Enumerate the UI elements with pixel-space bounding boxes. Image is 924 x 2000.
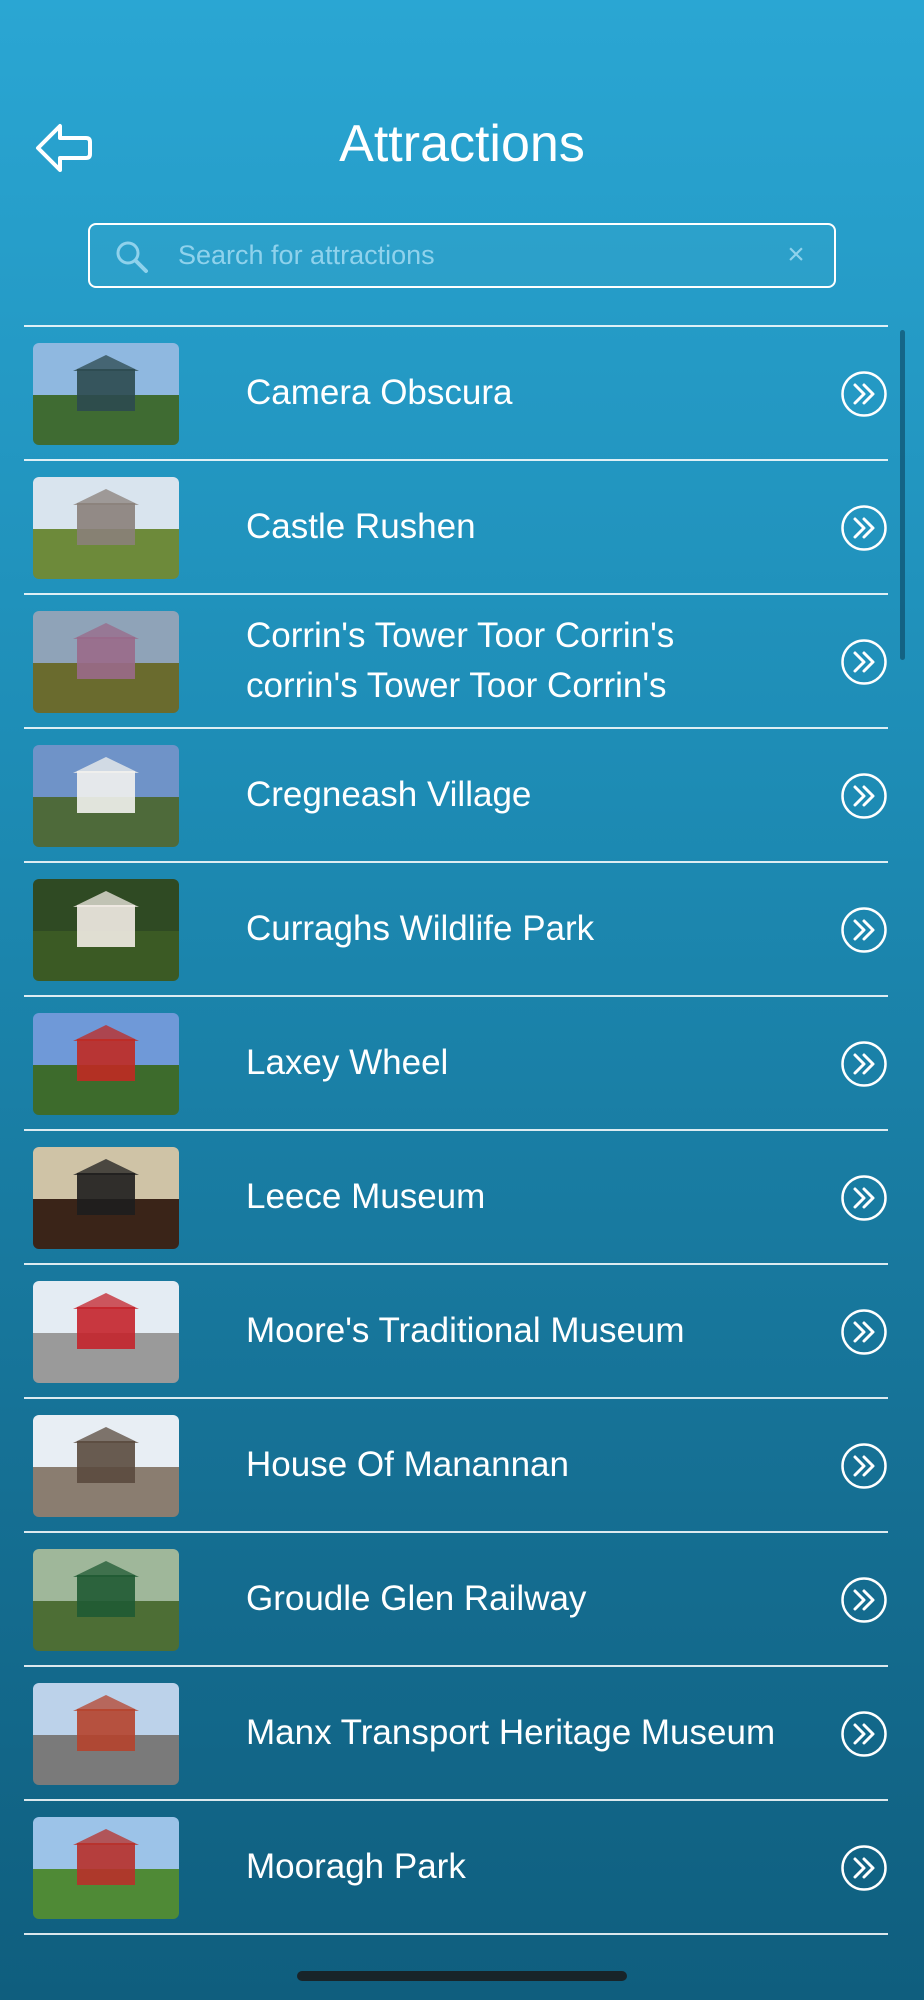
attraction-label: Cregneash Village [246, 775, 532, 814]
attractions-list: Camera Obscura Castle Rushen Corrin's Towe… [24, 325, 888, 1935]
double-chevron-right-circle-icon[interactable] [840, 638, 888, 686]
attraction-label: Laxey Wheel [246, 1043, 449, 1082]
attraction-label: Mooragh Park [246, 1847, 466, 1886]
double-chevron-right-circle-icon[interactable] [840, 1844, 888, 1892]
close-icon[interactable]: × [780, 239, 812, 271]
attraction-label: Corrin's Tower Toor Corrin's corrin's To… [246, 616, 675, 705]
page-title: Attractions [339, 115, 585, 173]
list-item[interactable]: Laxey Wheel [24, 997, 888, 1131]
list-item[interactable]: Groudle Glen Railway [24, 1533, 888, 1667]
attraction-label: Leece Museum [246, 1177, 486, 1216]
attraction-thumbnail [33, 343, 179, 445]
attraction-thumbnail [33, 611, 179, 713]
attraction-label: Moore's Traditional Museum [246, 1311, 685, 1350]
list-item[interactable]: House Of Manannan [24, 1399, 888, 1533]
scrollbar[interactable] [900, 330, 905, 660]
attraction-thumbnail [33, 1013, 179, 1115]
search-icon [116, 241, 148, 273]
attraction-label: Manx Transport Heritage Museum [246, 1713, 776, 1752]
search-input[interactable] [178, 225, 738, 285]
attraction-thumbnail [33, 1683, 179, 1785]
attraction-label: Camera Obscura [246, 373, 513, 412]
double-chevron-right-circle-icon[interactable] [840, 370, 888, 418]
attraction-thumbnail [33, 1415, 179, 1517]
double-chevron-right-circle-icon[interactable] [840, 1442, 888, 1490]
list-item[interactable]: Camera Obscura [24, 327, 888, 461]
attraction-label: House Of Manannan [246, 1445, 569, 1484]
home-indicator [297, 1971, 627, 1981]
double-chevron-right-circle-icon[interactable] [840, 1040, 888, 1088]
attraction-label: Curraghs Wildlife Park [246, 909, 595, 948]
double-chevron-right-circle-icon[interactable] [840, 906, 888, 954]
list-item[interactable]: Corrin's Tower Toor Corrin's corrin's To… [24, 595, 888, 729]
double-chevron-right-circle-icon[interactable] [840, 1308, 888, 1356]
attraction-thumbnail [33, 1549, 179, 1651]
attraction-thumbnail [33, 1281, 179, 1383]
attraction-label: Castle Rushen [246, 507, 476, 546]
attraction-thumbnail [33, 745, 179, 847]
list-item[interactable]: Manx Transport Heritage Museum [24, 1667, 888, 1801]
list-item[interactable]: Mooragh Park [24, 1801, 888, 1935]
double-chevron-right-circle-icon[interactable] [840, 1710, 888, 1758]
attraction-thumbnail [33, 879, 179, 981]
attraction-thumbnail [33, 477, 179, 579]
header: Attractions [0, 100, 924, 196]
search-bar[interactable]: × [88, 223, 836, 288]
double-chevron-right-circle-icon[interactable] [840, 1576, 888, 1624]
list-item[interactable]: Moore's Traditional Museum [24, 1265, 888, 1399]
double-chevron-right-circle-icon[interactable] [840, 772, 888, 820]
list-item[interactable]: Castle Rushen [24, 461, 888, 595]
list-item[interactable]: Leece Museum [24, 1131, 888, 1265]
attraction-thumbnail [33, 1147, 179, 1249]
double-chevron-right-circle-icon[interactable] [840, 1174, 888, 1222]
list-item[interactable]: Cregneash Village [24, 729, 888, 863]
attraction-label: Groudle Glen Railway [246, 1579, 587, 1618]
list-item[interactable]: Curraghs Wildlife Park [24, 863, 888, 997]
attraction-thumbnail [33, 1817, 179, 1919]
double-chevron-right-circle-icon[interactable] [840, 504, 888, 552]
